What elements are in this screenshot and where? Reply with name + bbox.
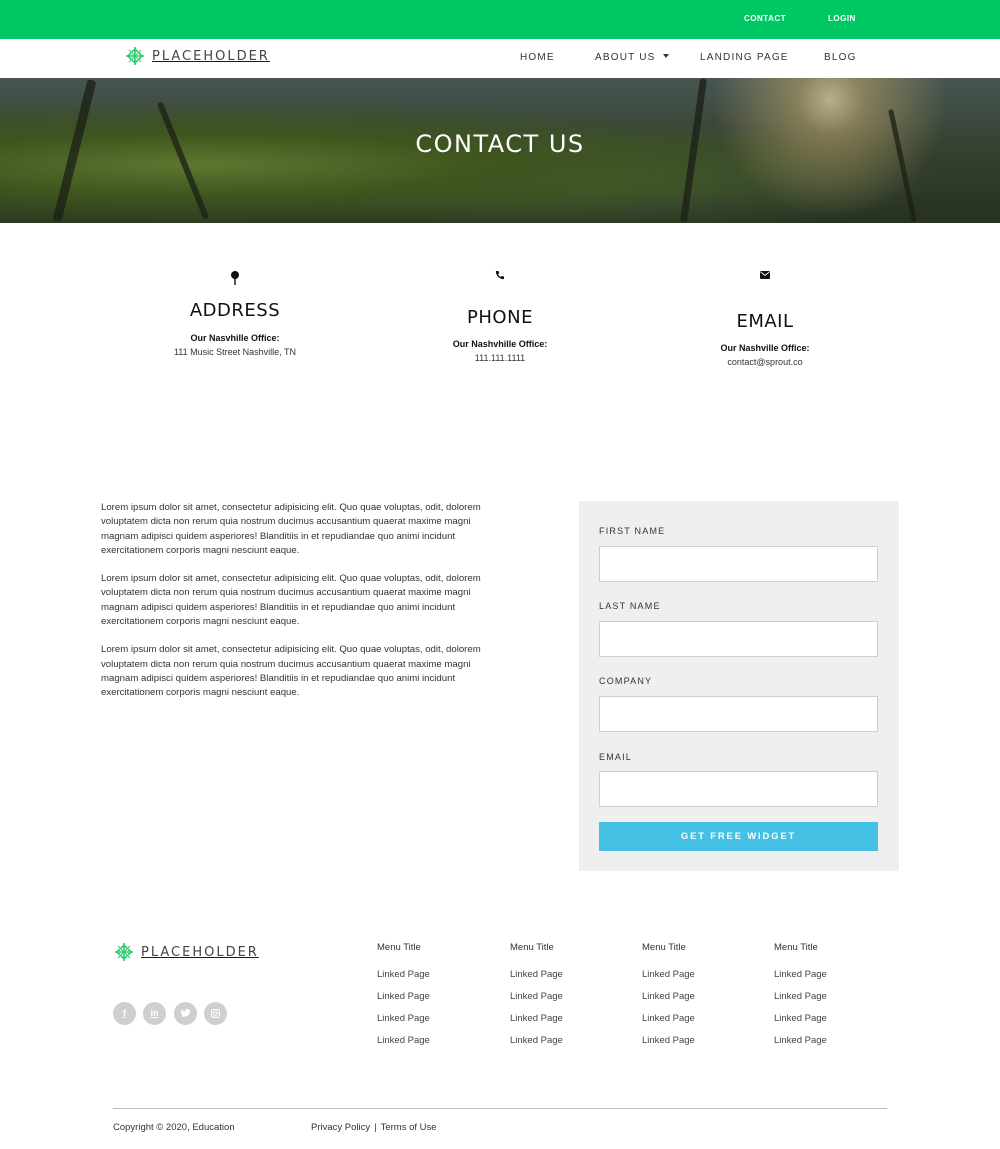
footer-link[interactable]: Linked Page <box>642 991 695 1002</box>
nav-blog[interactable]: BLOG <box>824 52 857 63</box>
phone-icon <box>495 271 504 280</box>
top-contact-link[interactable]: CONTACT <box>744 14 786 23</box>
nav-about-us-label: ABOUT US <box>595 52 656 63</box>
main-navigation: PLACEHOLDER HOME ABOUT US LANDING PAGE B… <box>0 39 1000 78</box>
footer-menu-column: Menu Title Linked Page Linked Page Linke… <box>377 942 430 1046</box>
email-heading: EMAIL <box>736 311 794 332</box>
footer-link[interactable]: Linked Page <box>510 1013 563 1024</box>
nav-home[interactable]: HOME <box>520 52 555 63</box>
footer-menu-title: Menu Title <box>774 942 818 953</box>
last-name-input[interactable] <box>599 621 878 657</box>
copyright-text: Copyright © 2020, Education <box>113 1122 235 1133</box>
address-value: 111 Music Street Nashville, TN <box>173 347 297 357</box>
phone-heading: PHONE <box>467 307 533 328</box>
contact-form: FIRST NAME LAST NAME COMPANY EMAIL GET F… <box>579 501 899 871</box>
footer-link[interactable]: Linked Page <box>510 991 563 1002</box>
footer-menu-column: Menu Title Linked Page Linked Page Linke… <box>510 942 563 1046</box>
footer-link[interactable]: Linked Page <box>774 969 827 980</box>
footer-link[interactable]: Linked Page <box>377 1013 430 1024</box>
header-logo-text: PLACEHOLDER <box>152 48 270 64</box>
footer-link[interactable]: Linked Page <box>774 991 827 1002</box>
sprout-logo-icon <box>115 943 133 961</box>
twitter-icon[interactable] <box>174 1002 197 1025</box>
paragraph: Lorem ipsum dolor sit amet, consectetur … <box>101 573 481 628</box>
intro-copy: Lorem ipsum dolor sit amet, consectetur … <box>101 501 496 715</box>
company-input[interactable] <box>599 696 878 732</box>
paragraph: Lorem ipsum dolor sit amet, consectetur … <box>101 502 481 556</box>
footer-link[interactable]: Linked Page <box>774 1035 827 1046</box>
footer-menu-title: Menu Title <box>510 942 554 953</box>
email-label: Our Nashville Office: <box>720 343 810 353</box>
address-block: ADDRESS Our Nasvhille Office: 111 Music … <box>115 270 355 357</box>
footer-link[interactable]: Linked Page <box>510 1035 563 1046</box>
nav-landing-page[interactable]: LANDING PAGE <box>700 52 789 63</box>
phone-block: PHONE Our Nashvhille Office: 111.111.111… <box>380 270 620 363</box>
footer-link[interactable]: Linked Page <box>774 1013 827 1024</box>
facebook-icon[interactable]: f <box>113 1002 136 1025</box>
terms-of-use-link[interactable]: Terms of Use <box>381 1122 437 1133</box>
instagram-icon[interactable] <box>204 1002 227 1025</box>
hero-banner: CONTACT US <box>0 78 1000 223</box>
footer-link[interactable]: Linked Page <box>377 991 430 1002</box>
nav-about-us[interactable]: ABOUT US <box>595 52 669 63</box>
footer-menu-column: Menu Title Linked Page Linked Page Linke… <box>642 942 695 1046</box>
email-field-label: EMAIL <box>599 752 633 762</box>
privacy-policy-link[interactable]: Privacy Policy <box>311 1122 370 1133</box>
paragraph: Lorem ipsum dolor sit amet, consectetur … <box>101 644 481 699</box>
address-label: Our Nasvhille Office: <box>190 333 280 343</box>
address-heading: ADDRESS <box>189 300 281 321</box>
company-label: COMPANY <box>599 676 653 686</box>
footer-menu-column: Menu Title Linked Page Linked Page Linke… <box>774 942 827 1046</box>
instagram-camera-icon <box>211 1009 220 1018</box>
footer-logo[interactable]: PLACEHOLDER <box>113 941 259 963</box>
sprout-logo-icon <box>126 47 144 65</box>
top-utility-bar: CONTACT LOGIN <box>0 0 1000 39</box>
footer-link[interactable]: Linked Page <box>642 969 695 980</box>
footer-link[interactable]: Linked Page <box>642 1013 695 1024</box>
page-title: CONTACT US <box>415 130 585 158</box>
map-pin-icon <box>231 271 239 285</box>
footer-link[interactable]: Linked Page <box>510 969 563 980</box>
email-value[interactable]: contact@sprout.co <box>645 357 885 367</box>
caret-down-icon <box>662 54 669 58</box>
footer-link[interactable]: Linked Page <box>377 1035 430 1046</box>
legal-links: Privacy Policy | Terms of Use <box>311 1122 437 1133</box>
envelope-icon <box>760 271 770 279</box>
twitter-bird-icon <box>180 1009 191 1017</box>
footer-menu-title: Menu Title <box>377 942 421 953</box>
phone-label: Our Nashvhille Office: <box>452 339 548 349</box>
legal-separator: | <box>374 1122 377 1133</box>
first-name-label: FIRST NAME <box>599 526 666 536</box>
header-logo[interactable]: PLACEHOLDER <box>124 45 270 67</box>
linkedin-icon[interactable]: in <box>143 1002 166 1025</box>
footer-link[interactable]: Linked Page <box>642 1035 695 1046</box>
footer-divider <box>113 1108 887 1109</box>
footer-logo-text: PLACEHOLDER <box>141 944 259 960</box>
phone-value[interactable]: 111.111.1111 <box>380 353 620 363</box>
email-input[interactable] <box>599 771 878 807</box>
footer-menu-title: Menu Title <box>642 942 686 953</box>
last-name-label: LAST NAME <box>599 601 661 611</box>
get-free-widget-button[interactable]: GET FREE WIDGET <box>599 822 878 851</box>
email-block: EMAIL Our Nashville Office: contact@spro… <box>645 271 885 367</box>
footer-link[interactable]: Linked Page <box>377 969 430 980</box>
top-login-link[interactable]: LOGIN <box>828 14 856 23</box>
first-name-input[interactable] <box>599 546 878 582</box>
